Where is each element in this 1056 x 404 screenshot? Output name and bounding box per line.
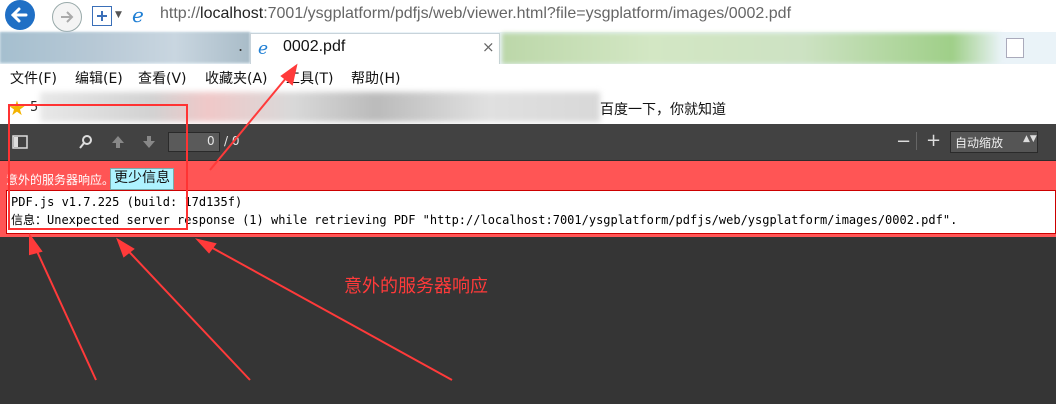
back-arrow-icon xyxy=(5,0,35,30)
new-tab-icon[interactable] xyxy=(1006,38,1024,58)
forward-arrow-icon xyxy=(61,11,74,23)
url-host: localhost xyxy=(200,5,264,22)
zoom-in-button[interactable]: + xyxy=(926,130,941,151)
menu-item-favorites[interactable]: 收藏夹(A) xyxy=(205,68,268,88)
url-prefix: http:// xyxy=(160,5,201,22)
menu-item-file[interactable]: 文件(F) xyxy=(10,68,57,88)
zoom-out-button[interactable]: − xyxy=(896,131,911,152)
menu-item-tools[interactable]: 工具(T) xyxy=(286,68,333,88)
annotation-label: 意外的服务器响应 xyxy=(344,276,488,297)
blurred-tab[interactable] xyxy=(502,33,1002,64)
svg-text:e: e xyxy=(132,4,144,26)
menu-item-help[interactable]: 帮助(H) xyxy=(351,68,400,88)
back-button[interactable] xyxy=(0,0,44,32)
page-count: / 0 xyxy=(224,134,240,148)
zoom-select-value: 自动缩放 xyxy=(955,136,1004,150)
menu-item-view[interactable]: 查看(V) xyxy=(138,68,187,88)
ie-tab-icon: e xyxy=(257,39,275,59)
page-number: 0 xyxy=(207,134,215,148)
forward-button[interactable] xyxy=(52,2,82,32)
ie-page-icon: e xyxy=(130,3,150,27)
tab-overflow-dots: . xyxy=(238,36,244,55)
chevron-down-icon[interactable]: ▼ xyxy=(115,10,122,20)
close-tab-icon[interactable]: × xyxy=(482,38,495,56)
annotation-box xyxy=(8,104,188,230)
favorite-baidu[interactable]: 百度一下，你就知道 xyxy=(600,99,726,119)
svg-text:e: e xyxy=(258,39,268,57)
tab-title: 0002.pdf xyxy=(283,38,346,55)
url-field[interactable]: http://localhost:7001/ysgplatform/pdfjs/… xyxy=(160,5,791,23)
toolbar-divider xyxy=(916,132,917,150)
menu-item-edit[interactable]: 编辑(E) xyxy=(75,68,123,88)
chevron-updown-icon: ▲▼ xyxy=(1023,134,1037,144)
url-path: :7001/ysgplatform/pdfjs/web/viewer.html?… xyxy=(263,5,792,22)
compat-shield-icon[interactable] xyxy=(92,6,112,26)
blurred-tab[interactable] xyxy=(0,32,250,63)
